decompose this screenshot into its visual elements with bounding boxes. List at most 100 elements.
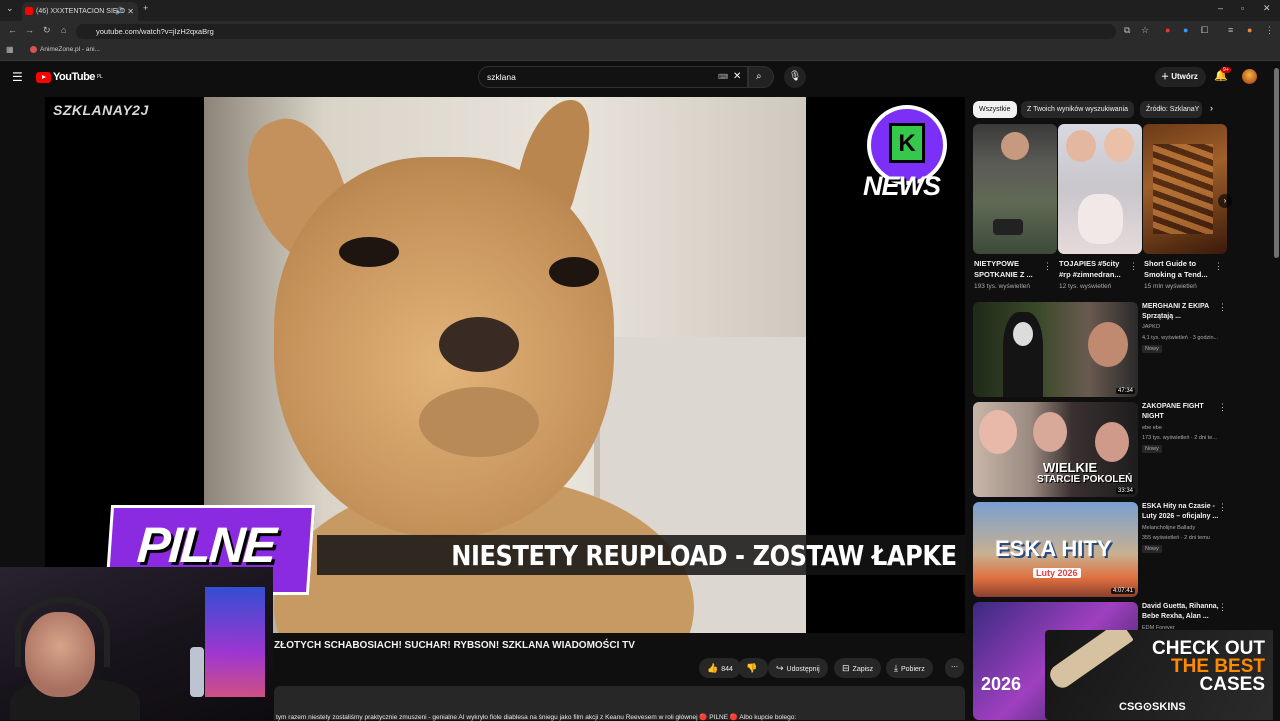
youtube-play-icon — [36, 71, 51, 83]
thumb-text: WIELKIE — [1043, 460, 1098, 475]
chip-from-search[interactable]: Z Twoich wyników wyszukiwania — [1021, 101, 1135, 118]
video-more-icon[interactable]: ⋮ — [1218, 302, 1227, 313]
tab-title: (46) XXXTENTACION SIĘ O — [36, 8, 125, 15]
chevron-right-icon[interactable]: › — [1210, 103, 1213, 113]
share-button[interactable]: ↪ Udostępnij — [768, 658, 828, 678]
extension-icon[interactable]: ● — [1165, 25, 1170, 35]
extensions-puzzle-icon[interactable]: ⧠ — [1201, 25, 1208, 36]
bookmark-star-icon[interactable]: ☆ — [1141, 25, 1149, 36]
scrollbar-thumb[interactable] — [1274, 68, 1279, 258]
short-title-3[interactable]: Short Guide to Smoking a Tend... — [1144, 258, 1214, 280]
close-tab-icon[interactable]: ✕ — [127, 2, 134, 21]
video-channel-1[interactable]: JAPKO — [1142, 324, 1160, 330]
bookmarks-bar: ▦ AnimeZone.pl - ani... — [0, 42, 1280, 61]
new-badge: Nowy — [1142, 445, 1162, 453]
pilne-text: PILNE — [135, 517, 277, 573]
thumb-text: ESKA HITY — [995, 536, 1112, 561]
home-icon[interactable]: ⌂ — [61, 25, 66, 35]
short-views-2: 12 tys. wyświetleń — [1059, 283, 1112, 290]
page-scrollbar[interactable] — [1273, 62, 1280, 720]
youtube-header: ☰ YouTube PL szklana ⌨ ✕ ⌕ 🎙 ＋ Utwórz 🔔 … — [0, 62, 1280, 92]
chip-all[interactable]: Wszystkie — [973, 101, 1017, 118]
url-field[interactable]: youtube.com/watch?v=jIzH2qxaBrg — [76, 24, 1116, 39]
channel-watermark: SZKLANAY2J — [53, 102, 149, 118]
news-logo-text: NEWS — [863, 171, 941, 201]
video-description[interactable]: tym razem niestety zostaliśmy praktyczni… — [274, 686, 965, 721]
browser-menu-icon[interactable]: ⋮ — [1265, 25, 1274, 36]
voice-search-icon[interactable]: 🎙 — [784, 66, 806, 88]
thumb-text: 2026 — [981, 674, 1022, 694]
dislike-button[interactable]: 👎 — [738, 658, 769, 678]
bookmark-link[interactable]: AnimeZone.pl - ani... — [30, 46, 100, 53]
audio-playing-icon[interactable]: 🔊 — [115, 2, 124, 21]
ad-line-3: CASES — [1199, 674, 1265, 695]
youtube-logo[interactable]: YouTube PL — [36, 71, 103, 83]
share-icon: ↪ — [776, 663, 784, 673]
avatar[interactable] — [1242, 69, 1257, 84]
save-button[interactable]: ⊟ Zapisz — [834, 658, 882, 678]
thumbs-up-icon: 👍 — [707, 663, 719, 673]
maximize-icon[interactable]: ▫ — [1241, 3, 1244, 13]
video-thumb-3[interactable]: ESKA HITY Luty 2026 4:07:41 — [973, 502, 1138, 597]
video-channel-3[interactable]: Melancholijne Ballady — [1142, 525, 1195, 531]
short-more-icon[interactable]: ⋮ — [1043, 261, 1052, 272]
media-control-icon[interactable]: ≡ — [1228, 25, 1233, 35]
short-views-3: 15 mln wyświetleń — [1144, 283, 1197, 290]
download-icon: ⤓ — [894, 663, 898, 673]
video-thumb-1[interactable]: 47:34 — [973, 302, 1138, 397]
short-thumb-2[interactable] — [1058, 124, 1142, 254]
video-more-icon[interactable]: ⋮ — [1218, 402, 1227, 413]
short-title-2[interactable]: TOJAPIES #5city #rp #zimnedran... — [1059, 258, 1129, 280]
video-title-2[interactable]: ZAKOPANE FIGHT NIGHT — [1142, 402, 1220, 422]
duration-badge: 33:34 — [1115, 488, 1135, 494]
profile-icon[interactable]: ● — [1247, 25, 1252, 35]
download-button[interactable]: ⤓ Pobierz — [886, 658, 933, 678]
video-more-icon[interactable]: ⋮ — [1218, 502, 1227, 513]
more-actions-button[interactable]: ⋯ — [945, 658, 964, 678]
duration-badge: 47:34 — [1115, 388, 1135, 394]
video-title-1[interactable]: MERGHANI Z EKIPA Sprzątają ... — [1142, 302, 1220, 322]
browser-tab[interactable]: (46) XXXTENTACION SIĘ O 🔊 ✕ — [22, 2, 138, 21]
video-channel-2[interactable]: ebe ebe — [1142, 425, 1162, 431]
chip-source[interactable]: Źródło: SzklanaY — [1140, 101, 1202, 118]
create-button[interactable]: ＋ Utwórz — [1155, 67, 1206, 87]
install-app-icon[interactable]: ⧉ — [1124, 25, 1130, 36]
reupload-banner: NIESTETY REUPLOAD - ZOSTAW ŁAPKE — [317, 535, 965, 575]
banner-text: NIESTETY REUPLOAD - ZOSTAW ŁAPKE — [451, 539, 958, 572]
back-icon[interactable]: ← — [8, 25, 17, 35]
clear-search-icon[interactable]: ✕ — [733, 71, 741, 82]
short-title-1[interactable]: NIETYPOWE SPOTKANIE Z ... — [974, 258, 1044, 280]
video-title-4[interactable]: David Guetta, Rihanna, Bebe Rexha, Alan … — [1142, 602, 1220, 622]
shorts-next-icon[interactable]: › — [1218, 194, 1232, 208]
new-badge: Nowy — [1142, 345, 1162, 353]
tab-list-icon[interactable]: ⌄ — [6, 3, 14, 14]
search-button[interactable]: ⌕ — [748, 66, 774, 88]
extension-icon-2[interactable]: ● — [1183, 25, 1188, 35]
bookmark-icon: ⊟ — [842, 663, 850, 673]
menu-icon[interactable]: ☰ — [12, 70, 23, 84]
short-more-icon[interactable]: ⋮ — [1129, 261, 1138, 272]
reload-icon[interactable]: ↻ — [43, 25, 51, 36]
logo-text: YouTube — [53, 71, 95, 83]
forward-icon[interactable]: → — [25, 25, 34, 35]
video-more-icon[interactable]: ⋮ — [1218, 602, 1227, 613]
video-thumb-2[interactable]: WIELKIE STARCIE POKOLEŃ 33:34 — [973, 402, 1138, 497]
video-meta-1: 4,1 tys. wyświetleń · 3 godzin... — [1142, 335, 1219, 341]
ad-brand: CSG⊙SKINS — [1119, 701, 1186, 713]
keyboard-icon[interactable]: ⌨ — [718, 73, 728, 81]
minimize-icon[interactable]: – — [1218, 3, 1223, 13]
create-label: Utwórz — [1171, 72, 1198, 81]
short-thumb-3[interactable] — [1143, 124, 1227, 254]
short-more-icon[interactable]: ⋮ — [1214, 261, 1223, 272]
window-close-icon[interactable]: ✕ — [1263, 3, 1271, 14]
notification-badge: 9+ — [1221, 67, 1231, 73]
like-button[interactable]: 👍 844 — [699, 658, 741, 678]
save-label: Zapisz — [852, 666, 874, 673]
search-input[interactable]: szklana — [478, 66, 748, 88]
browser-tab-bar: ⌄ (46) XXXTENTACION SIĘ O 🔊 ✕ + – ▫ ✕ — [0, 0, 1280, 21]
video-title-3[interactable]: ESKA Hity na Czasie - Luty 2026 – oficja… — [1142, 502, 1220, 522]
csgoskins-ad[interactable]: CHECK OUT THE BEST CASES CSG⊙SKINS — [1045, 630, 1275, 720]
short-thumb-1[interactable] — [973, 124, 1057, 254]
apps-grid-icon[interactable]: ▦ — [6, 45, 14, 54]
new-tab-icon[interactable]: + — [143, 3, 148, 13]
